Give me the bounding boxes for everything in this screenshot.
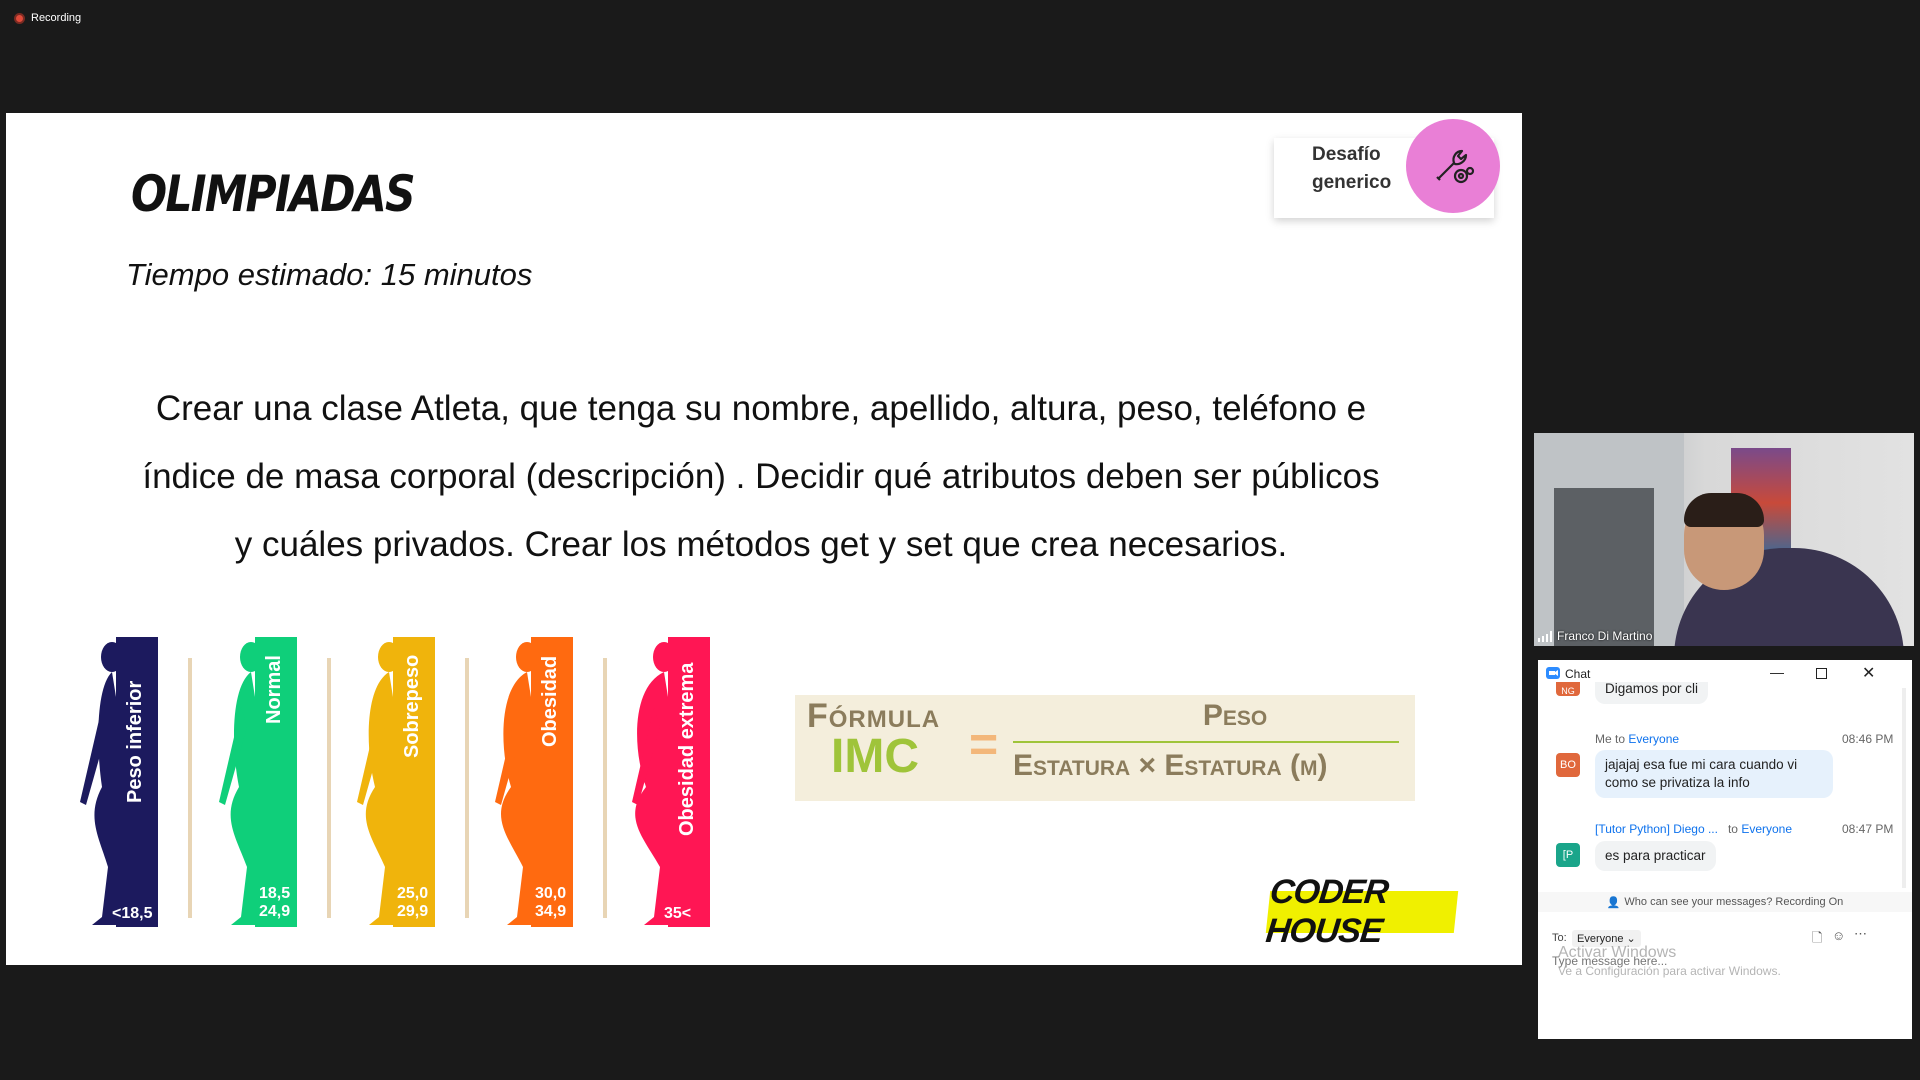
windows-activation-text: Ve a Configuración para activar Windows. xyxy=(1558,964,1781,978)
bmi-range: 25,0 29,9 xyxy=(397,885,429,920)
recording-indicator: Recording xyxy=(14,12,81,24)
imc-formula: Fórmula IMC = Peso Estatura × Estatura (… xyxy=(795,695,1415,801)
file-icon[interactable]: 🗋 xyxy=(1812,929,1822,951)
avatar: BO xyxy=(1556,753,1580,777)
message-sender: [Tutor Python] Diego ... to Everyone xyxy=(1595,822,1792,836)
sender-label: [Tutor Python] Diego ... xyxy=(1595,822,1718,836)
recipient-label: Everyone xyxy=(1628,732,1680,746)
avatar: [P xyxy=(1556,843,1580,867)
participant-name-label: Franco Di Martino xyxy=(1557,629,1653,643)
chat-message: es para practicar xyxy=(1595,841,1716,871)
bmi-range: 30,0 34,9 xyxy=(535,885,567,920)
chat-title: Chat xyxy=(1565,667,1591,681)
chat-scrollbar[interactable] xyxy=(1902,688,1906,888)
recording-label: Recording xyxy=(31,12,82,24)
formula-fraction-line xyxy=(1013,741,1399,743)
avatar: NG xyxy=(1556,682,1580,696)
challenge-badge-label: Desafío generico xyxy=(1312,141,1391,197)
slide-body-line: índice de masa corporal (descripción) . … xyxy=(142,457,1380,496)
participant-name: Franco Di Martino xyxy=(1538,629,1652,643)
bmi-range: <18,5 xyxy=(112,905,153,922)
separator xyxy=(327,658,331,918)
privacy-label: Who can see your messages? Recording On xyxy=(1624,896,1844,908)
tools-gear-icon xyxy=(1406,119,1500,213)
chat-panel: Chat — ✕ NG Digamos por cli Me to Everyo… xyxy=(1538,660,1912,1039)
person-hair xyxy=(1684,493,1764,527)
signal-icon xyxy=(1538,630,1552,642)
message-time: 08:47 PM xyxy=(1842,822,1894,836)
separator xyxy=(465,658,469,918)
participant-video[interactable]: Franco Di Martino xyxy=(1534,433,1914,646)
badge-line-1: Desafío xyxy=(1312,144,1381,165)
bmi-range: 18,5 24,9 xyxy=(259,885,291,920)
coder-house-logo: CODER HOUSE xyxy=(1264,873,1459,950)
bmi-range: 35< xyxy=(664,905,692,922)
people-icon: 👤 xyxy=(1606,896,1621,909)
slide-body: Crear una clase Atleta, que tenga su nom… xyxy=(96,375,1426,579)
slide-body-line: y cuáles privados. Crear los métodos get… xyxy=(234,525,1288,564)
formula-equals: = xyxy=(969,716,999,772)
formula-denominator: Estatura × Estatura (m) xyxy=(1013,749,1328,782)
slide-body-line: Crear una clase Atleta, que tenga su nom… xyxy=(155,389,1367,428)
zoom-chat-icon xyxy=(1546,667,1560,679)
chat-message: Digamos por cli xyxy=(1595,682,1709,704)
message-sender: Me to Everyone xyxy=(1595,732,1679,746)
formula-numerator: Peso xyxy=(1202,699,1268,732)
recipient-label: Everyone xyxy=(1741,822,1793,836)
shared-slide: OLIMPIADAS Tiempo estimado: 15 minutos C… xyxy=(6,113,1522,965)
more-icon[interactable]: ⋯ xyxy=(1854,926,1867,942)
privacy-note[interactable]: 👤 Who can see your messages? Recording O… xyxy=(1538,892,1912,912)
maximize-icon[interactable] xyxy=(1816,668,1827,679)
window-blind xyxy=(1554,488,1654,646)
windows-activation-title: Activar Windows xyxy=(1558,944,1677,961)
emoji-icon[interactable]: ☺ xyxy=(1832,928,1845,943)
minimize-icon[interactable]: — xyxy=(1770,664,1784,680)
sender-label: Me to xyxy=(1595,732,1626,746)
to-label: To: xyxy=(1552,932,1567,944)
message-time: 08:46 PM xyxy=(1842,732,1894,746)
bmi-label: Sobrepeso xyxy=(401,654,423,758)
formula-imc: IMC xyxy=(831,730,919,783)
bmi-label: Obesidad xyxy=(539,655,561,747)
bmi-label: Normal xyxy=(263,655,285,725)
recording-dot-icon xyxy=(14,12,25,24)
bmi-label: Peso inferior xyxy=(124,680,146,803)
close-icon[interactable]: ✕ xyxy=(1862,663,1875,683)
separator xyxy=(188,658,192,918)
slide-estimated-time: Tiempo estimado: 15 minutos xyxy=(126,257,533,292)
separator xyxy=(603,658,607,918)
bmi-label: Obesidad extrema xyxy=(676,662,698,837)
slide-title: OLIMPIADAS xyxy=(131,165,416,223)
recipient-prefix: to xyxy=(1727,822,1738,836)
badge-line-2: generico xyxy=(1312,172,1392,193)
chat-message: jajajaj esa fue mi cara cuando vi como s… xyxy=(1595,750,1833,798)
